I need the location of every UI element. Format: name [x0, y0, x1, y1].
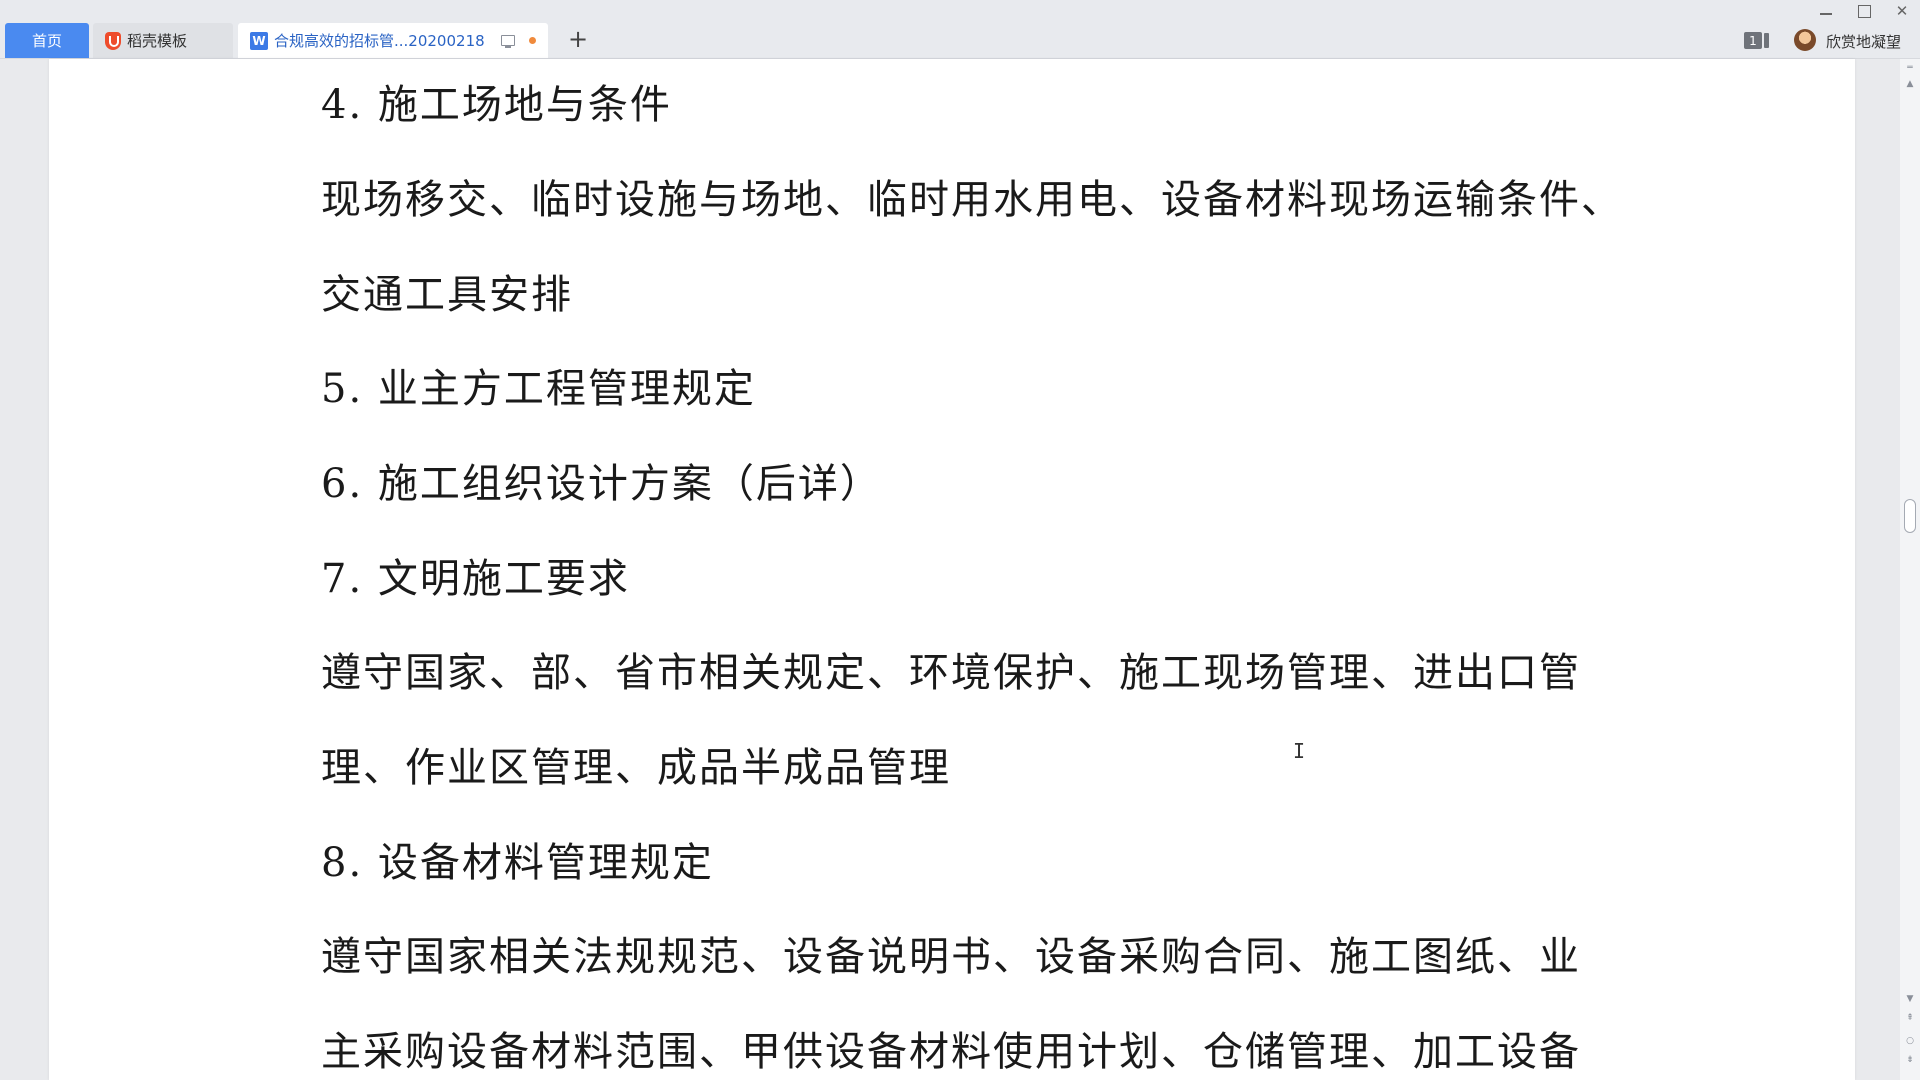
close-button[interactable]: ✕ [1884, 0, 1920, 22]
document-page[interactable]: 4. 施工场地与条件 现场移交、临时设施与场地、临时用水用电、设备材料现场运输条… [49, 59, 1855, 1080]
doc-line[interactable]: 交通工具安排 [321, 271, 573, 319]
screen-icon[interactable] [500, 35, 515, 48]
doc-line[interactable]: 主采购设备材料范围、甲供设备材料使用计划、仓储管理、加工设备 [321, 1028, 1581, 1076]
window-count-badge[interactable]: 1 [1744, 32, 1762, 49]
next-page-icon[interactable]: ⇟ [1904, 1055, 1916, 1065]
prev-page-icon[interactable]: ⇞ [1904, 1013, 1916, 1023]
doc-line[interactable]: 8. 设备材料管理规定 [321, 839, 714, 887]
doc-line[interactable]: 4. 施工场地与条件 [321, 81, 672, 129]
i-beam-cursor-icon: I [1293, 739, 1306, 763]
unsaved-indicator [528, 37, 536, 44]
tab-bar: 首页 稻壳模板 W 合规高效的招标管...20200218 + ✕ 1 欣赏地凝… [0, 0, 1920, 59]
wps-writer-icon: W [250, 31, 268, 50]
select-browse-icon[interactable]: ○ [1904, 1036, 1916, 1046]
avatar[interactable] [1794, 29, 1816, 51]
close-icon: ✕ [1895, 2, 1909, 20]
tab-home-label: 首页 [31, 32, 62, 50]
new-tab-button[interactable]: + [565, 25, 591, 53]
document-workspace: 4. 施工场地与条件 现场移交、临时设施与场地、临时用水用电、设备材料现场运输条… [0, 59, 1920, 1080]
tab-home[interactable]: 首页 [5, 23, 89, 58]
doc-line[interactable]: 5. 业主方工程管理规定 [321, 365, 756, 413]
minimize-icon [1820, 13, 1832, 15]
minimize-button[interactable] [1808, 0, 1844, 22]
tab-document[interactable]: W 合规高效的招标管...20200218 [238, 23, 548, 58]
scroll-up-icon[interactable]: ▲ [1904, 79, 1916, 89]
daoke-logo-icon [105, 31, 121, 50]
doc-line[interactable]: 理、作业区管理、成品半成品管理 [321, 744, 951, 792]
doc-line[interactable]: 6. 施工组织设计方案（后详） [321, 460, 882, 508]
username[interactable]: 欣赏地凝望 [1826, 31, 1901, 52]
doc-line[interactable]: 7. 文明施工要求 [321, 555, 630, 603]
doc-line[interactable]: 现场移交、临时设施与场地、临时用水用电、设备材料现场运输条件、 [321, 176, 1623, 224]
vertical-scrollbar[interactable]: ═ ▲ ▼ ⇞ ○ ⇟ [1900, 59, 1920, 1080]
doc-line[interactable]: 遵守国家、部、省市相关规定、环境保护、施工现场管理、进出口管 [321, 649, 1581, 697]
tab-template-label: 稻壳模板 [127, 32, 188, 50]
scrollbar-thumb[interactable] [1904, 499, 1916, 533]
maximize-icon [1857, 4, 1871, 18]
maximize-button[interactable] [1846, 0, 1882, 22]
tab-document-label: 合规高效的招标管...20200218 [274, 32, 485, 50]
scroll-top-icon[interactable]: ═ [1904, 63, 1916, 73]
tab-daoke-template[interactable]: 稻壳模板 [93, 23, 233, 58]
doc-line[interactable]: 遵守国家相关法规规范、设备说明书、设备采购合同、施工图纸、业 [321, 933, 1581, 981]
window-count-badge-side [1764, 33, 1769, 48]
scroll-down-icon[interactable]: ▼ [1904, 994, 1916, 1004]
